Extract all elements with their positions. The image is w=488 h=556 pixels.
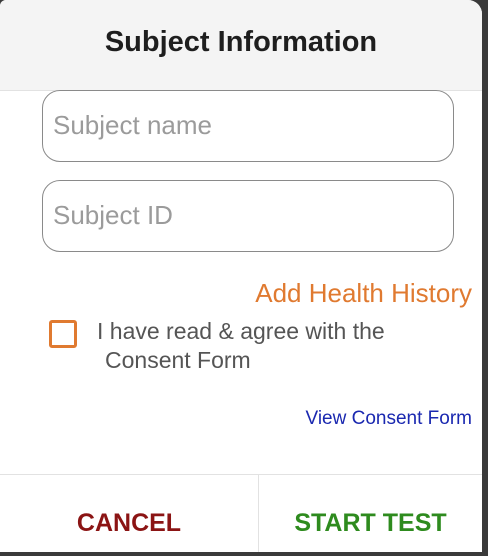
subject-id-field[interactable] bbox=[42, 180, 454, 252]
dialog-title: Subject Information bbox=[104, 26, 378, 58]
cancel-button[interactable]: CANCEL bbox=[0, 509, 258, 538]
consent-checkbox[interactable] bbox=[49, 320, 77, 348]
consent-label-line1: I have read & agree with the bbox=[97, 318, 385, 344]
view-consent-form-link[interactable]: View Consent Form bbox=[306, 408, 473, 430]
dialog-footer: CANCEL START TEST bbox=[0, 474, 482, 552]
subject-information-dialog: Subject Information Add Health History I… bbox=[0, 0, 482, 552]
start-test-button[interactable]: START TEST bbox=[259, 509, 482, 538]
dialog-header: Subject Information bbox=[0, 0, 482, 91]
subject-id-input[interactable] bbox=[53, 193, 433, 237]
subject-name-field[interactable] bbox=[42, 90, 454, 162]
consent-label-line2: Consent Form bbox=[105, 347, 251, 373]
subject-name-input[interactable] bbox=[53, 103, 433, 147]
add-health-history-link[interactable]: Add Health History bbox=[255, 278, 472, 309]
